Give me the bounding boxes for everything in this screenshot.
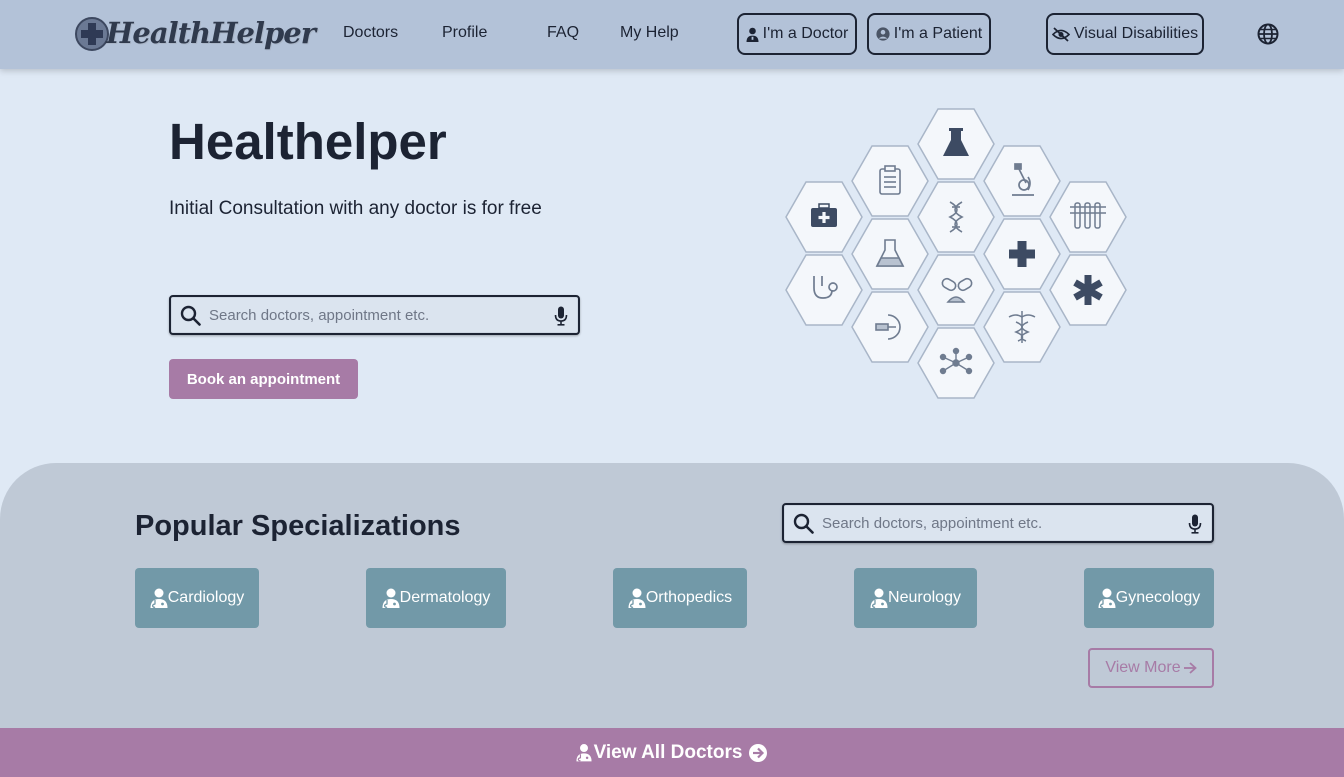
specialization-gynecology-button[interactable]: Gynecology bbox=[1084, 568, 1214, 628]
view-all-doctors-label: View All Doctors bbox=[593, 741, 743, 763]
search-icon bbox=[793, 513, 814, 534]
hex-cell bbox=[917, 327, 995, 399]
arrow-right-icon bbox=[1183, 662, 1197, 674]
nav-faq[interactable]: FAQ bbox=[547, 24, 579, 42]
specialization-label: Orthopedics bbox=[645, 589, 733, 606]
book-appointment-button[interactable]: Book an appointment bbox=[169, 359, 358, 399]
hex-cell bbox=[785, 254, 863, 326]
eye-slash-icon bbox=[1051, 26, 1070, 42]
hero-search-input[interactable] bbox=[209, 305, 536, 325]
specialization-label: Cardiology bbox=[167, 589, 245, 606]
nav-doctors[interactable]: Doctors bbox=[343, 24, 398, 42]
im-a-patient-label: I'm a Patient bbox=[893, 25, 983, 42]
im-a-patient-button[interactable]: I'm a Patient bbox=[867, 13, 991, 55]
doctor-user-icon bbox=[1098, 588, 1116, 608]
search-icon bbox=[180, 305, 201, 326]
doctor-user-icon bbox=[382, 588, 400, 608]
page-title: Healthelper bbox=[169, 113, 447, 170]
hero-search-bar bbox=[169, 295, 580, 335]
specialization-dermatology-button[interactable]: Dermatology bbox=[366, 568, 506, 628]
microphone-icon[interactable] bbox=[1188, 514, 1202, 534]
doctor-user-icon bbox=[870, 588, 888, 608]
view-all-doctors-bar[interactable]: View All Doctors bbox=[0, 728, 1344, 777]
im-a-doctor-label: I'm a Doctor bbox=[762, 25, 849, 42]
hex-cell bbox=[983, 291, 1061, 363]
globe-icon[interactable] bbox=[1257, 23, 1279, 45]
hex-cell bbox=[785, 181, 863, 253]
visual-disabilities-button[interactable]: Visual Disabilities bbox=[1046, 13, 1204, 55]
specializations-search-input[interactable] bbox=[822, 513, 1170, 533]
specializations-title: Popular Specializations bbox=[135, 510, 461, 542]
brand-logo-text: HealthHelper bbox=[106, 16, 316, 50]
doctor-user-icon bbox=[746, 27, 759, 42]
doctor-user-icon bbox=[150, 588, 168, 608]
nav-my-help[interactable]: My Help bbox=[620, 24, 679, 42]
hex-cell bbox=[917, 254, 995, 326]
hex-cell bbox=[917, 108, 995, 180]
hex-cell bbox=[1049, 254, 1127, 326]
nav-profile[interactable]: Profile bbox=[442, 24, 487, 42]
view-more-button[interactable]: View More bbox=[1088, 648, 1214, 688]
top-navbar: HealthHelper Doctors Profile FAQ My Help… bbox=[0, 0, 1344, 69]
hero-subtitle: Initial Consultation with any doctor is … bbox=[169, 198, 542, 219]
specializations-search-bar bbox=[782, 503, 1214, 543]
hex-cell bbox=[851, 291, 929, 363]
view-more-label: View More bbox=[1105, 659, 1181, 676]
medical-cross-logo-icon bbox=[75, 17, 109, 51]
specialization-label: Gynecology bbox=[1115, 589, 1201, 606]
medical-hex-illustration bbox=[785, 108, 1127, 399]
specialization-orthopedics-button[interactable]: Orthopedics bbox=[613, 568, 747, 628]
hex-cell bbox=[1049, 181, 1127, 253]
specialization-label: Dermatology bbox=[399, 589, 491, 606]
specialization-cardiology-button[interactable]: Cardiology bbox=[135, 568, 259, 628]
hex-cell bbox=[851, 145, 929, 217]
specialization-neurology-button[interactable]: Neurology bbox=[854, 568, 977, 628]
user-circle-icon bbox=[876, 27, 890, 41]
specialization-label: Neurology bbox=[888, 589, 961, 606]
doctor-user-icon bbox=[628, 588, 646, 608]
hex-cell bbox=[917, 181, 995, 253]
microphone-icon[interactable] bbox=[554, 306, 568, 326]
hex-cell bbox=[851, 218, 929, 290]
im-a-doctor-button[interactable]: I'm a Doctor bbox=[737, 13, 857, 55]
hex-cell bbox=[983, 145, 1061, 217]
arrow-circle-right-icon bbox=[749, 743, 768, 762]
brand-logo[interactable]: HealthHelper bbox=[74, 14, 316, 56]
hex-cell bbox=[983, 218, 1061, 290]
doctor-user-icon bbox=[576, 744, 592, 762]
visual-disabilities-label: Visual Disabilities bbox=[1073, 25, 1199, 42]
